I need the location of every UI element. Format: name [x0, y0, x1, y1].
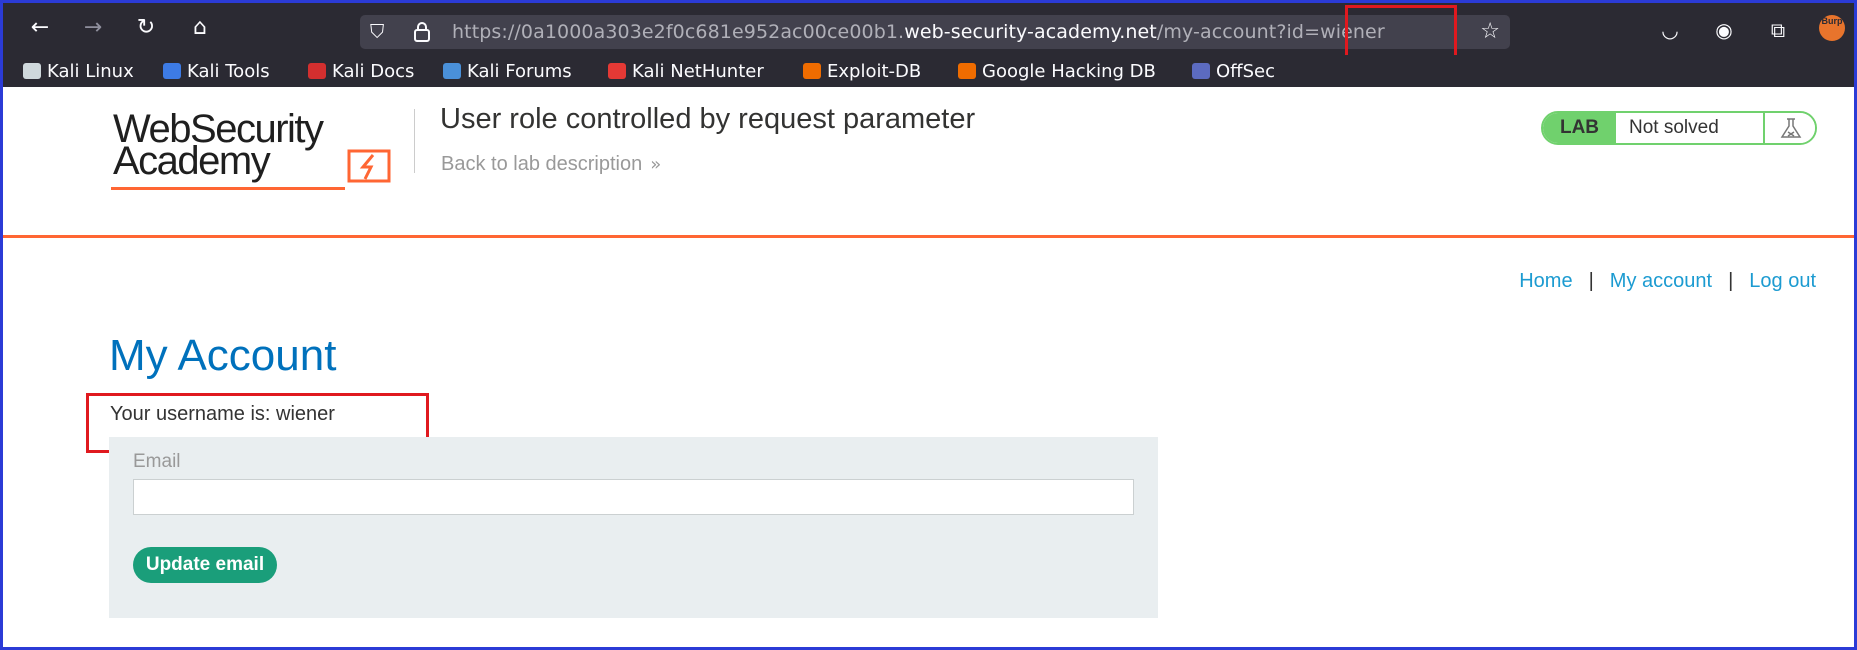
burp-extension-icon[interactable]: Burp: [1819, 15, 1845, 41]
bookmark-kali-forums[interactable]: Kali Forums: [443, 60, 572, 82]
url-param-highlight-box: [1345, 5, 1457, 60]
exploit-db-icon: [803, 63, 821, 79]
burp-label: Burp: [1821, 16, 1843, 26]
bookmark-label: Google Hacking DB: [982, 60, 1156, 82]
logo-underline: [111, 187, 345, 190]
bookmark-label: OffSec: [1216, 60, 1275, 82]
bookmark-label: Kali Linux: [47, 60, 134, 82]
account-nav: Home | My account | Log out: [1519, 270, 1816, 293]
update-email-button[interactable]: Update email: [133, 547, 277, 583]
kali-tools-icon: [163, 63, 181, 79]
kali-nethunter-icon: [608, 63, 626, 79]
lock-icon[interactable]: [412, 21, 432, 43]
bookmark-google-hacking-db[interactable]: Google Hacking DB: [958, 60, 1156, 82]
email-field[interactable]: [133, 479, 1134, 515]
academy-logo[interactable]: WebSecurity Academy: [111, 109, 411, 190]
bookmark-label: Kali Forums: [467, 60, 572, 82]
lab-status-text: Not solved: [1629, 117, 1719, 138]
double-chevron-right-icon: »: [650, 154, 662, 175]
forward-arrow-icon[interactable]: →: [78, 13, 108, 43]
nav-home-link[interactable]: Home: [1519, 270, 1572, 293]
bookmark-label: Kali NetHunter: [632, 60, 764, 82]
kali-docs-icon: [308, 63, 326, 79]
logo-lightning-icon: [347, 149, 391, 183]
lab-flask-box: [1763, 113, 1815, 143]
url-prefix: https://0a1000a303e2f0c681e952ac00ce00b1…: [452, 21, 905, 43]
lab-title: User role controlled by request paramete…: [440, 103, 976, 135]
url-text[interactable]: https://0a1000a303e2f0c681e952ac00ce00b1…: [452, 21, 1385, 43]
pocket-icon[interactable]: ◡: [1657, 17, 1683, 43]
url-host: web-security-academy.net: [904, 21, 1157, 43]
nav-my-account-link[interactable]: My account: [1610, 270, 1712, 293]
offsec-icon: [1192, 63, 1210, 79]
bookmark-kali-nethunter[interactable]: Kali NetHunter: [608, 60, 764, 82]
address-bar[interactable]: ⛉ https://0a1000a303e2f0c681e952ac00ce00…: [360, 15, 1510, 49]
bookmark-label: Exploit-DB: [827, 60, 922, 82]
kali-dragon-icon: [23, 63, 41, 79]
flask-icon: [1780, 118, 1802, 138]
web-page: WebSecurity Academy User role controlled…: [3, 87, 1854, 647]
back-to-lab-link[interactable]: Back to lab description »: [441, 153, 661, 176]
header-orange-rule: [3, 235, 1854, 238]
screenshot-frame: ← → ↻ ⌂ ⛉ https://0a1000a303e2f0c681e952…: [0, 0, 1857, 650]
bookmark-kali-docs[interactable]: Kali Docs: [308, 60, 414, 82]
home-icon[interactable]: ⌂: [185, 13, 215, 43]
kali-forums-icon: [443, 63, 461, 79]
nav-separator: |: [1728, 270, 1734, 292]
back-arrow-icon[interactable]: ←: [25, 13, 55, 43]
logo-line-2: Academy: [113, 139, 271, 183]
bookmark-kali-linux[interactable]: Kali Linux: [23, 60, 134, 82]
lab-status-badge: LAB Not solved: [1541, 111, 1817, 145]
bookmark-exploit-db[interactable]: Exploit-DB: [803, 60, 921, 82]
bookmark-star-icon[interactable]: ☆: [1480, 18, 1500, 46]
lab-label: LAB: [1543, 113, 1616, 143]
nav-separator: |: [1588, 270, 1594, 292]
ghdb-icon: [958, 63, 976, 79]
shield-icon[interactable]: ⛉: [370, 19, 394, 45]
bookmark-offsec[interactable]: OffSec: [1192, 60, 1275, 82]
bookmark-label: Kali Docs: [332, 60, 415, 82]
back-link-label: Back to lab description: [441, 153, 643, 175]
update-email-form: Email Update email: [109, 437, 1158, 618]
header-divider: [414, 109, 415, 173]
bookmark-label: Kali Tools: [187, 60, 270, 82]
bookmarks-bar: Kali Linux Kali Tools Kali Docs Kali For…: [3, 55, 1854, 87]
nav-log-out-link[interactable]: Log out: [1749, 270, 1816, 293]
browser-toolbar: ← → ↻ ⌂ ⛉ https://0a1000a303e2f0c681e952…: [3, 3, 1854, 60]
page-title: My Account: [109, 331, 337, 380]
reload-icon[interactable]: ↻: [131, 13, 161, 43]
bookmark-kali-tools[interactable]: Kali Tools: [163, 60, 270, 82]
extensions-icon[interactable]: ⧉: [1765, 17, 1791, 43]
email-label: Email: [133, 451, 181, 472]
account-icon[interactable]: ◉: [1711, 17, 1737, 43]
